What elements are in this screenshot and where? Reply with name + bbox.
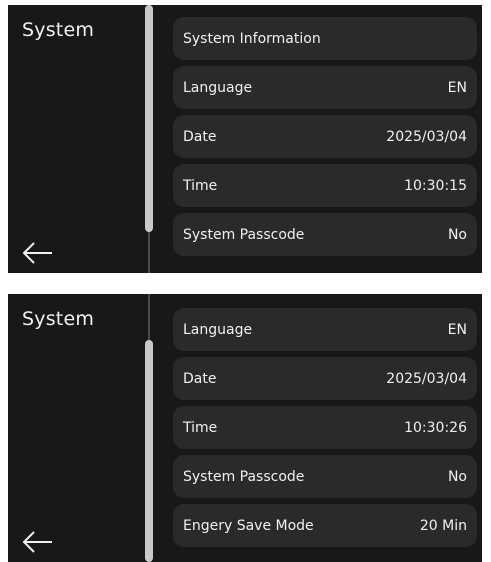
screen-title: System: [22, 19, 95, 41]
settings-screen-1: System System Information Language EN Da…: [8, 5, 482, 273]
setting-row-date[interactable]: Date 2025/03/04: [173, 357, 477, 400]
scrollbar-thumb[interactable]: [145, 5, 153, 232]
setting-value: 10:30:26: [404, 419, 467, 436]
setting-row-system-passcode[interactable]: System Passcode No: [173, 455, 477, 498]
setting-row-language[interactable]: Language EN: [173, 66, 477, 109]
setting-label: Language: [183, 79, 253, 96]
screen-title: System: [22, 308, 95, 330]
setting-row-system-passcode[interactable]: System Passcode No: [173, 213, 477, 256]
setting-value: EN: [447, 321, 467, 338]
setting-label: Date: [183, 128, 217, 145]
setting-label: Engery Save Mode: [183, 517, 314, 534]
setting-label: Language: [183, 321, 253, 338]
setting-value: 10:30:15: [404, 177, 467, 194]
settings-list: Language EN Date 2025/03/04 Time 10:30:2…: [173, 308, 477, 553]
setting-row-time[interactable]: Time 10:30:15: [173, 164, 477, 207]
settings-screen-2: System Language EN Date 2025/03/04 Time …: [8, 294, 482, 562]
setting-label: Time: [183, 177, 218, 194]
scrollbar-thumb[interactable]: [145, 340, 153, 562]
setting-row-time[interactable]: Time 10:30:26: [173, 406, 477, 449]
setting-label: System Information: [183, 30, 321, 47]
setting-row-system-information[interactable]: System Information: [173, 17, 477, 60]
setting-label: System Passcode: [183, 468, 305, 485]
settings-list: System Information Language EN Date 2025…: [173, 17, 477, 262]
setting-row-date[interactable]: Date 2025/03/04: [173, 115, 477, 158]
arrow-left-icon[interactable]: [22, 530, 54, 554]
setting-value: 2025/03/04: [386, 370, 467, 387]
setting-value: 20 Min: [419, 517, 467, 534]
setting-value: EN: [447, 79, 467, 96]
setting-row-language[interactable]: Language EN: [173, 308, 477, 351]
setting-value: No: [447, 226, 467, 243]
setting-value: No: [447, 468, 467, 485]
arrow-left-icon[interactable]: [22, 241, 54, 265]
setting-label: Time: [183, 419, 218, 436]
setting-value: 2025/03/04: [386, 128, 467, 145]
setting-label: System Passcode: [183, 226, 305, 243]
setting-label: Date: [183, 370, 217, 387]
setting-row-energy-save-mode[interactable]: Engery Save Mode 20 Min: [173, 504, 477, 547]
